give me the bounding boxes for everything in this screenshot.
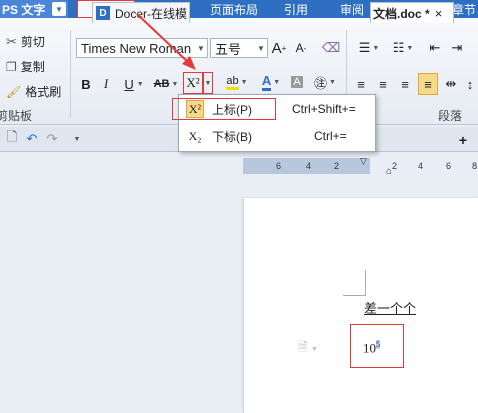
- annotation-arrow: [136, 13, 196, 70]
